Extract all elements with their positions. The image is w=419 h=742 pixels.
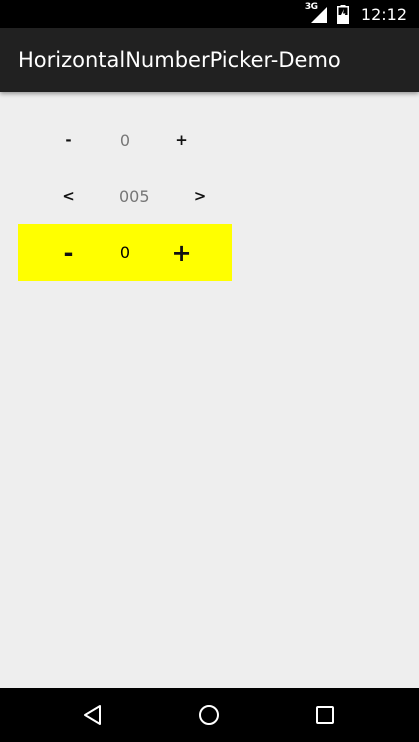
- navigation-bar: [0, 688, 419, 742]
- status-icons: 3G 12:12: [305, 0, 407, 28]
- recents-button[interactable]: [295, 688, 355, 742]
- picker-value: 0: [119, 243, 131, 262]
- increment-button[interactable]: +: [131, 131, 232, 149]
- signal-icon: [310, 7, 327, 23]
- recents-icon: [316, 706, 334, 724]
- increment-button[interactable]: +: [131, 239, 232, 267]
- status-bar: 3G 12:12: [0, 0, 419, 28]
- number-picker-styled: - 0 +: [18, 224, 232, 281]
- back-button[interactable]: [63, 688, 123, 742]
- picker-value: 0: [119, 130, 131, 150]
- signal-indicator: 3G: [305, 2, 329, 24]
- app-bar: HorizontalNumberPicker-Demo: [0, 28, 419, 92]
- increment-button[interactable]: >: [150, 187, 251, 205]
- decrement-button[interactable]: -: [18, 131, 119, 149]
- home-button[interactable]: [179, 688, 239, 742]
- back-icon: [84, 705, 101, 725]
- decrement-button[interactable]: -: [18, 239, 119, 267]
- home-icon: [199, 705, 219, 725]
- number-picker-default: - 0 +: [18, 122, 232, 158]
- status-clock: 12:12: [360, 4, 407, 24]
- battery-charging-icon: [336, 4, 349, 24]
- decrement-button[interactable]: <: [18, 187, 119, 205]
- picker-value: 005: [119, 186, 150, 206]
- app-title: HorizontalNumberPicker-Demo: [18, 48, 341, 72]
- number-picker-arrows: < 005 >: [18, 178, 232, 214]
